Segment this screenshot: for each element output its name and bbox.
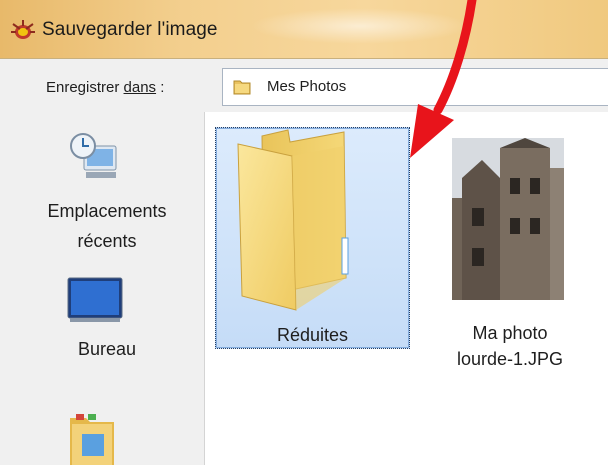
place-desktop-label: Bureau bbox=[77, 339, 137, 359]
app-icon bbox=[11, 20, 35, 39]
window-title: Sauvegarder l'image bbox=[42, 19, 218, 40]
place-recent-label: Emplacements récents bbox=[47, 201, 167, 251]
folder-icon bbox=[237, 129, 349, 311]
libraries-icon bbox=[70, 414, 114, 465]
place-desktop[interactable] bbox=[0, 276, 190, 386]
current-folder-text: Mes Photos bbox=[267, 78, 347, 95]
folder-icon bbox=[233, 80, 251, 95]
place-libraries[interactable] bbox=[0, 412, 190, 465]
save-image-dialog: Sauvegarder l'image Enregistrer dans : M… bbox=[0, 0, 608, 465]
folder-label: Réduites bbox=[276, 325, 349, 345]
recent-places-icon bbox=[70, 133, 117, 178]
photo-label: Ma photo lourde-1.JPG bbox=[456, 323, 564, 369]
desktop-icon bbox=[67, 277, 123, 322]
title-bar[interactable]: Sauvegarder l'image bbox=[0, 0, 608, 58]
save-in-label: Enregistrer dans : bbox=[46, 79, 165, 96]
red-arrow bbox=[410, 0, 477, 158]
